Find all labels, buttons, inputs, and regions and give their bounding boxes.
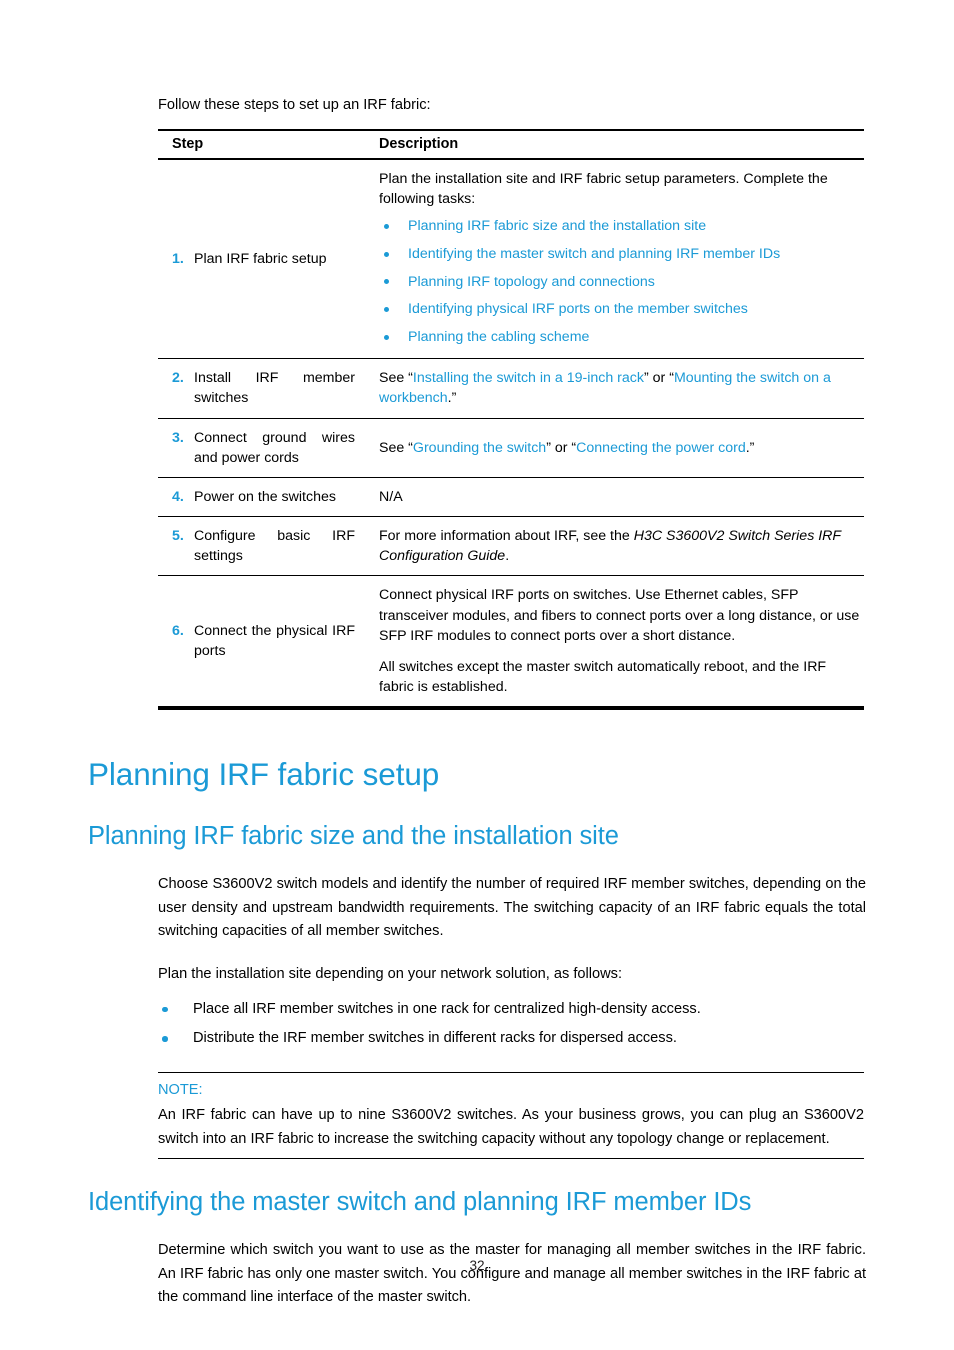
list-item: Place all IRF member switches in one rac… — [158, 998, 866, 1021]
step-number: 6. — [172, 623, 184, 640]
description-cell: See “Installing the switch in a 19-inch … — [365, 358, 864, 419]
note-box: NOTE: An IRF fabric can have up to nine … — [158, 1072, 864, 1160]
column-header-description: Description — [365, 129, 864, 161]
step-label: Power on the switches — [194, 488, 336, 505]
document-page: Follow these steps to set up an IRF fabr… — [0, 0, 954, 1350]
list-item: Planning the cabling scheme — [379, 327, 860, 347]
step-cell: 5. Configure basic IRF settings — [158, 516, 365, 577]
description-text: All switches except the master switch au… — [379, 658, 827, 695]
description-text: For more information about IRF, see the … — [379, 526, 860, 566]
section-heading-2-identifying-master: Identifying the master switch and planni… — [88, 1188, 752, 1217]
section-heading-2-planning-size: Planning IRF fabric size and the install… — [88, 822, 619, 851]
list-item: Identifying the master switch and planni… — [379, 244, 860, 264]
table-body: 1. Plan IRF fabric setup Plan the instal… — [158, 159, 864, 711]
step-number: 2. — [172, 370, 184, 387]
installation-site-bullet-list: Place all IRF member switches in one rac… — [158, 998, 866, 1051]
step-label-line: and power cords — [194, 449, 299, 466]
step-label-line: settings — [194, 548, 243, 565]
column-header-step: Step — [158, 129, 365, 161]
list-item: Planning IRF fabric size and the install… — [379, 216, 860, 236]
table-row: 1. Plan IRF fabric setup Plan the instal… — [158, 159, 864, 360]
cross-reference-link[interactable]: Connecting the power cord — [576, 440, 746, 456]
page-number: 32 — [469, 1258, 485, 1273]
description-text: N/A — [379, 488, 403, 505]
table-row: 5. Configure basic IRF settings For more… — [158, 516, 864, 577]
section-heading-1: Planning IRF fabric setup — [88, 756, 440, 793]
table-header: Step Description — [158, 129, 864, 161]
description-fragment: For more information about IRF, see the — [379, 528, 634, 545]
step-cell: 2. Install IRF member switches — [158, 358, 365, 419]
step-number: 1. — [172, 251, 184, 268]
description-fragment: .” — [447, 390, 457, 407]
description-fragment: ” or “ — [643, 370, 674, 387]
note-label: NOTE: — [158, 1082, 203, 1099]
step-label: Install IRF member switches — [194, 368, 355, 408]
description-fragment: ” or “ — [546, 439, 577, 456]
step-label-line: Install IRF member — [194, 370, 355, 387]
cross-reference-list: Planning IRF fabric size and the install… — [379, 216, 860, 347]
cross-reference-link[interactable]: Identifying the master switch and planni… — [408, 246, 780, 262]
table-row: 2. Install IRF member switches See “Inst… — [158, 358, 864, 419]
step-cell: 4. Power on the switches — [158, 477, 365, 518]
step-cell: 6. Connect the physical IRF ports — [158, 575, 365, 711]
description-cell: For more information about IRF, see the … — [365, 516, 864, 577]
description-fragment: .” — [745, 439, 755, 456]
cross-reference-link[interactable]: Identifying physical IRF ports on the me… — [408, 301, 748, 317]
description-fragment: See “ — [379, 439, 413, 456]
step-label: Connect the physical IRF ports — [194, 621, 355, 661]
cross-reference-link[interactable]: Planning the cabling scheme — [408, 329, 589, 345]
table-row: 6. Connect the physical IRF ports Connec… — [158, 575, 864, 711]
step-label: Configure basic IRF settings — [194, 526, 355, 566]
cross-reference-link[interactable]: Installing the switch in a 19-inch rack — [413, 370, 644, 386]
table-header-row: Step Description — [158, 129, 864, 161]
description-text: Plan the installation site and IRF fabri… — [379, 171, 828, 208]
step-cell: 3. Connect ground wires and power cords — [158, 418, 365, 478]
description-cell: Plan the installation site and IRF fabri… — [365, 159, 864, 360]
step-number: 5. — [172, 528, 184, 545]
description-cell: Connect physical IRF ports on switches. … — [365, 575, 864, 711]
cross-reference-link[interactable]: Planning IRF fabric size and the install… — [408, 218, 706, 234]
description-text: See “Installing the switch in a 19-inch … — [379, 368, 860, 408]
irf-setup-steps-table: Step Description 1. Plan IRF fabric setu… — [158, 129, 864, 711]
body-paragraph: Determine which switch you want to use a… — [158, 1242, 866, 1306]
list-item: Distribute the IRF member switches in di… — [158, 1027, 866, 1050]
table-row: 4. Power on the switches N/A — [158, 477, 864, 518]
note-text: An IRF fabric can have up to nine S3600V… — [158, 1107, 864, 1147]
description-cell: See “Grounding the switch” or “Connectin… — [365, 418, 864, 478]
intro-paragraph: Follow these steps to set up an IRF fabr… — [158, 97, 431, 113]
step-label: Connect ground wires and power cords — [194, 428, 355, 468]
description-fragment: See “ — [379, 370, 413, 387]
body-paragraph: Choose S3600V2 switch models and identif… — [158, 876, 866, 940]
step-number: 3. — [172, 429, 184, 446]
step-label-line: Configure basic IRF — [194, 528, 355, 545]
cross-reference-link[interactable]: Planning IRF topology and connections — [408, 274, 655, 290]
cross-reference-link[interactable]: Grounding the switch — [413, 440, 546, 456]
description-cell: N/A — [365, 477, 864, 518]
description-fragment: . — [505, 548, 510, 565]
description-text: See “Grounding the switch” or “Connectin… — [379, 438, 860, 458]
list-item: Identifying physical IRF ports on the me… — [379, 299, 860, 319]
step-label-line: ports — [194, 643, 226, 660]
step-number: 4. — [172, 488, 184, 505]
table-row: 3. Connect ground wires and power cords … — [158, 418, 864, 478]
step-cell: 1. Plan IRF fabric setup — [158, 159, 365, 360]
step-label-line: switches — [194, 390, 249, 407]
step-label-line: Connect ground wires — [194, 429, 355, 446]
list-item: Planning IRF topology and connections — [379, 272, 860, 292]
step-label-line: Connect the physical IRF — [194, 623, 355, 640]
body-paragraph: Plan the installation site depending on … — [158, 966, 623, 983]
description-text: Connect physical IRF ports on switches. … — [379, 587, 860, 644]
step-label: Plan IRF fabric setup — [194, 251, 327, 268]
